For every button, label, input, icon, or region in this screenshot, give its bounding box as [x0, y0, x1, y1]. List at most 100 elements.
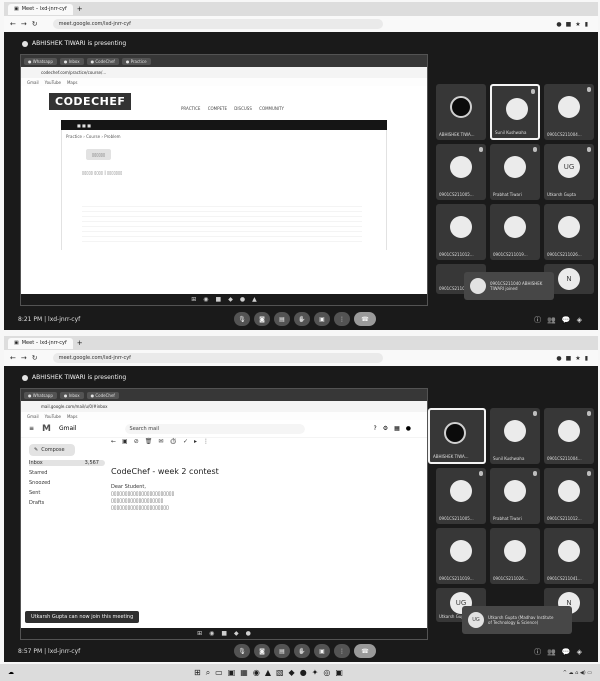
nav-label: Snoozed	[29, 480, 51, 486]
participant-tile[interactable]: 0901CS211019...	[490, 204, 540, 260]
participant-tile[interactable]: ABHISHEK TIWA...	[428, 408, 486, 464]
sidebar-item-starred[interactable]: Starred	[29, 470, 105, 476]
sidebar-item-inbox[interactable]: Inbox 3,567	[29, 460, 105, 466]
bookmark-item: YouTube	[44, 79, 61, 85]
shared-tab: ● Inbox	[59, 57, 84, 65]
captions-button[interactable]: ▤	[274, 644, 290, 658]
mic-button[interactable]: 🎙	[234, 312, 250, 326]
taskbar-icon: ▲	[252, 296, 257, 303]
participant-tile[interactable]: 0901CS211026...	[490, 528, 540, 584]
participant-tile[interactable]: ABHISHEK TIWA...	[436, 84, 486, 140]
participant-tile[interactable]: 0901CS211041...	[544, 528, 594, 584]
browser-tab-strip: ▣ Meet – lxd-jnrr-cyf +	[4, 2, 598, 16]
shared-address-bar: codechef.com/practice/course/...	[21, 67, 427, 78]
mic-icon	[587, 471, 591, 476]
shared-tab: ● Practice	[121, 57, 151, 65]
shared-tab: ● CodeChef	[86, 57, 119, 65]
new-tab-icon[interactable]: +	[77, 339, 83, 347]
present-button[interactable]: ▣	[314, 312, 330, 326]
raise-hand-button[interactable]: ✋	[294, 312, 310, 326]
avatar	[450, 156, 472, 178]
url-field[interactable]: meet.google.com/lxd-jnrr-cyf	[52, 353, 383, 363]
avatar: N	[558, 268, 580, 290]
browser-tab-meet[interactable]: ▣ Meet – lxd-jnrr-cyf	[8, 3, 73, 15]
participant-tile[interactable]: 0901CS211005...	[436, 468, 486, 524]
participant-tile[interactable]: 0901CS211012...	[544, 468, 594, 524]
participant-tile[interactable]: Sunil Kushwaha	[490, 84, 540, 140]
participant-name: 0901CS211012...	[439, 252, 474, 257]
camera-button[interactable]: ◙	[254, 644, 270, 658]
participant-name: 0901CS211004...	[547, 456, 582, 461]
extension-icons[interactable]: ●■★▮	[556, 21, 592, 28]
mic-icon	[479, 147, 483, 152]
participant-tile[interactable]: Sunil Kushwaha	[490, 408, 540, 464]
sidebar-item-drafts[interactable]: Drafts	[29, 500, 105, 506]
shared-bookmarks-bar: Gmail YouTube Maps	[21, 412, 427, 420]
avatar	[558, 540, 580, 562]
taskbar-icon: ◆	[234, 630, 239, 637]
url-field[interactable]: meet.google.com/lxd-jnrr-cyf	[52, 19, 383, 29]
new-tab-icon[interactable]: +	[77, 5, 83, 13]
participant-tile[interactable]: UG Utkarsh Gupta	[544, 144, 594, 200]
gmail-logo-icon: M	[42, 423, 51, 434]
search-input[interactable]: Search mail	[124, 423, 305, 434]
meeting-time: 8:57 PM | lxd-jnrr-cyf	[18, 648, 81, 655]
participant-tile[interactable]: Prabhat Tiwari	[490, 468, 540, 524]
nav-arrows-icon[interactable]: ←→↻	[10, 354, 43, 362]
gmail-label: Gmail	[59, 425, 77, 432]
participant-tile[interactable]: Prabhat Tiwari	[490, 144, 540, 200]
avatar	[506, 98, 528, 120]
raise-hand-button[interactable]: ✋	[294, 644, 310, 658]
taskbar-icon: ◉	[209, 630, 215, 637]
leave-call-button[interactable]: ☎	[354, 312, 376, 326]
participant-tile[interactable]: 0901CS211019...	[436, 528, 486, 584]
mic-icon	[533, 411, 537, 416]
meet-side-icons[interactable]: ⓘ👥💬◈	[534, 647, 588, 657]
compose-button[interactable]: ✎ Compose	[29, 444, 75, 456]
participant-tile[interactable]: 0901CS211004...	[544, 408, 594, 464]
meeting-code: lxd-jnrr-cyf	[48, 316, 81, 323]
mic-button[interactable]: 🎙	[234, 644, 250, 658]
gmail-sidebar: ✎ Compose Inbox 3,567 Starred Snoozed Se…	[21, 438, 105, 627]
mic-icon	[587, 147, 591, 152]
meeting-time: 8:21 PM | lxd-jnrr-cyf	[18, 316, 81, 323]
participant-tile[interactable]: 0901CS211004...	[544, 84, 594, 140]
browser-tab-meet[interactable]: ▣ Meet – lxd-jnrr-cyf	[8, 337, 73, 349]
nav-arrows-icon[interactable]: ←→↻	[10, 20, 43, 28]
participant-tile[interactable]: 0901CS211012...	[436, 204, 486, 260]
tile-line-2: TIWARI joined	[490, 286, 518, 291]
avatar: UG	[468, 612, 484, 628]
captions-button[interactable]: ▤	[274, 312, 290, 326]
meet-icon: ▣	[14, 6, 19, 12]
present-button[interactable]: ▣	[314, 644, 330, 658]
avatar	[444, 422, 466, 444]
extension-icons[interactable]: ●■★▮	[556, 355, 592, 362]
windows-icon: ⊞	[191, 296, 197, 303]
shared-tab: ● CodeChef	[86, 391, 119, 399]
shared-tab: ● Whatsapp	[24, 391, 57, 399]
leave-call-button[interactable]: ☎	[354, 644, 376, 658]
taskbar-app-icons[interactable]: ⊞⌕▭▣▦◉▲▧◆●✦◎▣	[194, 668, 348, 678]
participant-tile[interactable]: 0901CS211005...	[436, 144, 486, 200]
filter-row: ▯▯▯▯▯ ▯▯▯▯ | ▯▯▯▯▯▯▯	[82, 170, 123, 175]
more-options-button[interactable]: ⋮	[334, 312, 350, 326]
presenter-avatar-icon	[22, 40, 28, 47]
email-greeting: Dear Student,	[111, 484, 146, 490]
more-options-button[interactable]: ⋮	[334, 644, 350, 658]
settings-icon[interactable]: ?⚙▦●	[374, 425, 417, 432]
mic-icon	[533, 471, 537, 476]
meet-controls: 8:21 PM | lxd-jnrr-cyf 🎙 ◙ ▤ ✋ ▣ ⋮ ☎ ⓘ👥💬…	[4, 312, 598, 328]
participant-tile[interactable]: 0901CS211026...	[544, 204, 594, 260]
shared-taskbar: ⊞ ◉ ■ ◆ ● ▲	[21, 294, 427, 305]
meet-side-icons[interactable]: ⓘ👥💬◈	[534, 315, 588, 325]
sidebar-item-snoozed[interactable]: Snoozed	[29, 480, 105, 486]
participant-name: ABHISHEK TIWA...	[433, 454, 469, 459]
sidebar-item-sent[interactable]: Sent	[29, 490, 105, 496]
camera-button[interactable]: ◙	[254, 312, 270, 326]
menu-icon[interactable]: ≡	[29, 425, 34, 432]
nav-label: Sent	[29, 490, 41, 496]
meet-icon: ▣	[14, 340, 19, 346]
codechef-content: Practice › Course › Problem ▯▯▯▯▯▯ ▯▯▯▯▯…	[61, 130, 387, 250]
system-tray[interactable]: ^ ☁ ⌂ ◀) ▭	[563, 670, 592, 676]
email-line: ▯▯▯▯▯▯▯▯▯▯▯▯▯▯▯▯▯▯▯	[111, 498, 164, 504]
